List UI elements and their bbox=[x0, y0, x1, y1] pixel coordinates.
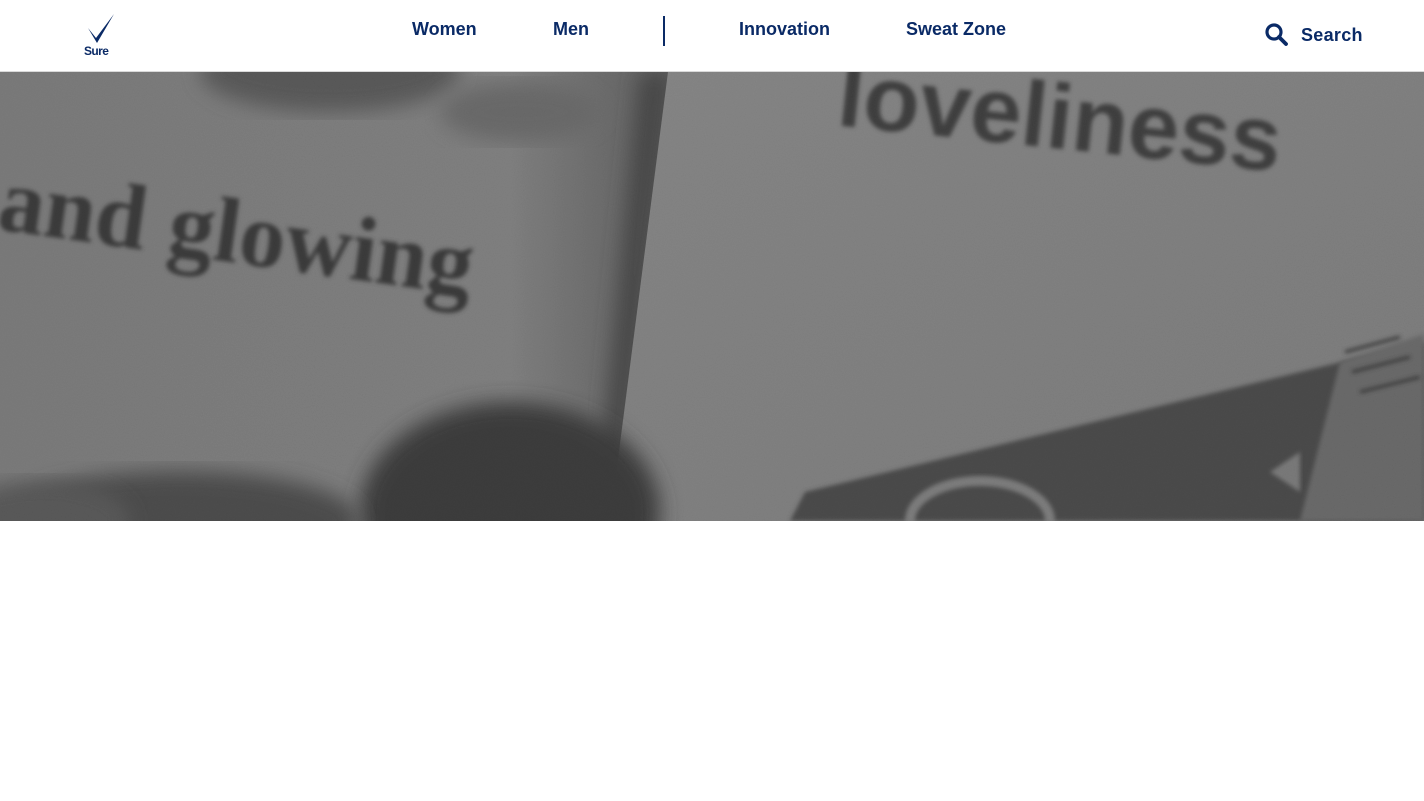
search-icon bbox=[1264, 22, 1290, 48]
nav-divider bbox=[663, 16, 665, 46]
search-button[interactable]: Search bbox=[1264, 22, 1363, 48]
logo-wordmark: Sure bbox=[84, 44, 109, 58]
hero-banner: and glowing loveliness bbox=[0, 72, 1424, 521]
nav-item-men[interactable]: Men bbox=[553, 18, 589, 40]
checkmark-logo-icon bbox=[88, 14, 114, 43]
nav-item-sweat-zone[interactable]: Sweat Zone bbox=[906, 18, 1006, 40]
page-content-area bbox=[0, 521, 1424, 801]
nav-item-women[interactable]: Women bbox=[412, 18, 477, 40]
hero-image: and glowing loveliness bbox=[0, 72, 1424, 521]
nav-item-innovation[interactable]: Innovation bbox=[739, 18, 830, 40]
sure-logo[interactable]: Sure bbox=[82, 12, 116, 60]
site-header: Sure Women Men Innovation Sweat Zone Sea… bbox=[0, 0, 1424, 72]
search-label: Search bbox=[1301, 24, 1363, 45]
